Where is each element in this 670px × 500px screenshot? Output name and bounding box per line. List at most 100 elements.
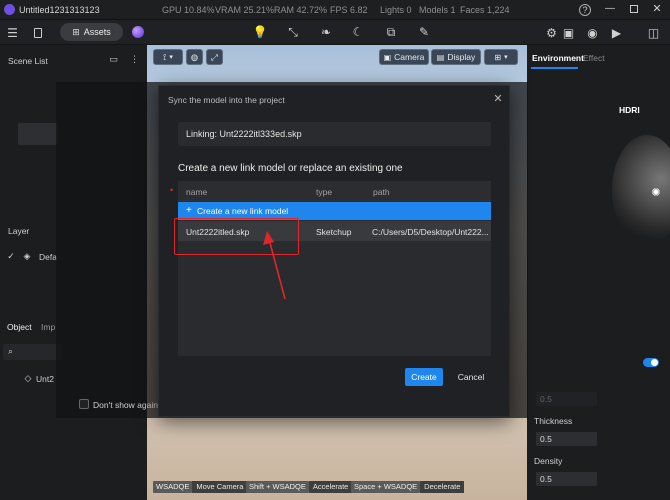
cancel-button[interactable]: Cancel <box>452 368 490 386</box>
table-header <box>178 181 491 201</box>
panorama-icon[interactable]: ◫ <box>647 26 660 39</box>
object-item-label[interactable]: Unt2 <box>36 374 54 384</box>
fps-stat: FPS 6.82 <box>330 5 368 15</box>
gizmo-icon: ⤢ <box>211 51 218 62</box>
row-path-cell: C:/Users/D5/Desktop/Unt222... <box>372 227 489 237</box>
new-file-icon[interactable] <box>31 26 44 39</box>
plus-icon: + <box>186 205 192 216</box>
display-button[interactable]: ▤ Display <box>431 49 481 65</box>
ai-orb-icon[interactable] <box>132 26 144 38</box>
options-icon: ⊞ <box>494 52 502 62</box>
gizmo-button[interactable]: ⤢ <box>206 49 223 65</box>
create-new-link-label: Create a new link model <box>197 206 289 216</box>
globe-button[interactable]: ◍ <box>186 49 203 65</box>
search-icon: ⌕ <box>8 346 14 356</box>
assets-label: Assets <box>83 27 111 37</box>
weather-icon[interactable]: ☾ <box>351 25 365 39</box>
linking-text: Linking: Unt2222itl333ed.skp <box>186 129 302 139</box>
hint-key: Space + WSADQE <box>351 481 421 493</box>
hint-decelerate: Space + WSADQE Decelerate <box>351 481 465 493</box>
assets-button[interactable]: ⊞ Assets <box>60 23 123 41</box>
hint-accelerate: Shift + WSADQE Accelerate <box>246 481 353 493</box>
edit-icon[interactable]: ✎ <box>417 25 431 39</box>
gpu-stat: GPU 10.84% <box>162 5 215 15</box>
options-chevron-icon: ▾ <box>504 54 508 61</box>
lights-stat: Lights 0 <box>380 5 412 15</box>
create-button[interactable]: Create <box>405 368 443 386</box>
hint-move-camera: WSADQE Move Camera <box>153 481 248 493</box>
dont-show-again-label: Don't show again <box>93 400 158 410</box>
hint-label: Move Camera <box>192 481 248 493</box>
add-scene-icon[interactable]: ▭ <box>108 54 119 65</box>
app-title: Untitled1231313123 <box>19 5 100 15</box>
effect-toggle[interactable] <box>643 358 659 367</box>
viewport-options-button[interactable]: ⊞ ▾ <box>484 49 518 65</box>
dialog-title: Sync the model into the project <box>168 95 285 105</box>
transform-icon[interactable]: ⧉ <box>384 25 398 39</box>
dont-show-again-checkbox[interactable] <box>79 399 89 409</box>
column-header-path: path <box>373 187 390 197</box>
minimize-icon[interactable]: — <box>604 3 616 15</box>
layer-item-label[interactable]: Defa <box>39 252 57 262</box>
close-window-icon[interactable]: ✕ <box>651 3 663 15</box>
image-icon[interactable]: ▣ <box>562 26 575 39</box>
main-toolbar: ☰ ⊞ Assets 💡 ⤡ ❧ ☾ ⧉ ✎ ⚙ ▣ ◉ ▶ ◫ <box>0 20 670 45</box>
assets-icon: ⊞ <box>72 26 80 37</box>
required-marker: • <box>170 185 174 195</box>
tab-import[interactable]: Imp <box>41 322 55 332</box>
layer-title: Layer <box>8 226 30 236</box>
camera-icon[interactable]: ◉ <box>586 26 599 39</box>
leaf-icon[interactable]: ❧ <box>319 25 333 39</box>
hdri-label: HDRI <box>619 105 640 115</box>
display-icon: ▤ <box>436 52 445 62</box>
layer-stack-icon: ◈ <box>23 250 31 261</box>
thickness-input[interactable]: 0.5 <box>536 432 597 446</box>
vram-stat: VRAM 25.21% <box>215 5 275 15</box>
column-header-name: name <box>186 187 208 197</box>
upper-value-input[interactable]: 0.5 <box>536 392 597 406</box>
section-title: Create a new link model or replace an ex… <box>178 163 403 174</box>
column-header-type: type <box>316 187 333 197</box>
thickness-label: Thickness <box>534 416 573 426</box>
scene-menu-icon[interactable]: ⋮ <box>129 54 140 65</box>
object-model-icon: ◇ <box>24 372 32 383</box>
tab-object[interactable]: Object <box>7 322 32 332</box>
row-type-cell: Sketchup <box>316 227 352 237</box>
annotation-arrow <box>263 231 286 300</box>
sun-icon[interactable]: ✺ <box>650 187 662 199</box>
hint-label: Accelerate <box>308 481 353 493</box>
camera-button[interactable]: ▣ Camera <box>379 49 429 65</box>
render-settings-icon[interactable]: ⚙ <box>545 26 558 39</box>
tab-environment[interactable]: Environment <box>532 53 584 63</box>
models-stat: Models 1 <box>419 5 456 15</box>
density-input[interactable]: 0.5 <box>536 472 597 486</box>
navigation-icon: ⟟ <box>163 51 167 62</box>
dialog-close-icon[interactable]: ✕ <box>492 93 504 105</box>
density-label: Density <box>534 456 563 466</box>
help-icon[interactable]: ? <box>579 4 591 16</box>
layer-check-icon[interactable]: ✓ <box>6 251 16 261</box>
globe-icon: ◍ <box>190 51 199 62</box>
object-search-input[interactable]: ⌕ <box>3 344 63 360</box>
faces-stat: Faces 1,224 <box>460 5 510 15</box>
camera-button-label: Camera <box>394 52 425 62</box>
title-bar: Untitled1231313123 GPU 10.84% VRAM 25.21… <box>0 0 670 20</box>
tab-underline <box>531 67 578 69</box>
light-bulb-icon[interactable]: 💡 <box>253 25 268 39</box>
camera-small-icon: ▣ <box>383 52 392 62</box>
chevron-down-icon: ▾ <box>169 54 173 61</box>
hint-key: Shift + WSADQE <box>246 481 309 493</box>
app-logo-icon <box>4 4 15 15</box>
tab-effect[interactable]: Effect <box>583 53 605 63</box>
menu-icon[interactable]: ☰ <box>6 26 19 39</box>
display-button-label: Display <box>447 52 476 62</box>
video-icon[interactable]: ▶ <box>610 26 623 39</box>
hint-label: Decelerate <box>420 481 465 493</box>
path-tool-icon[interactable]: ⤡ <box>286 25 300 39</box>
maximize-icon[interactable] <box>628 3 640 15</box>
navigation-mode-button[interactable]: ⟟ ▾ <box>153 49 183 65</box>
ram-stat: RAM 42.72% <box>274 5 328 15</box>
scene-list-title: Scene List <box>8 56 48 66</box>
scene-thumbnail[interactable] <box>18 123 58 145</box>
hint-key: WSADQE <box>153 481 193 493</box>
